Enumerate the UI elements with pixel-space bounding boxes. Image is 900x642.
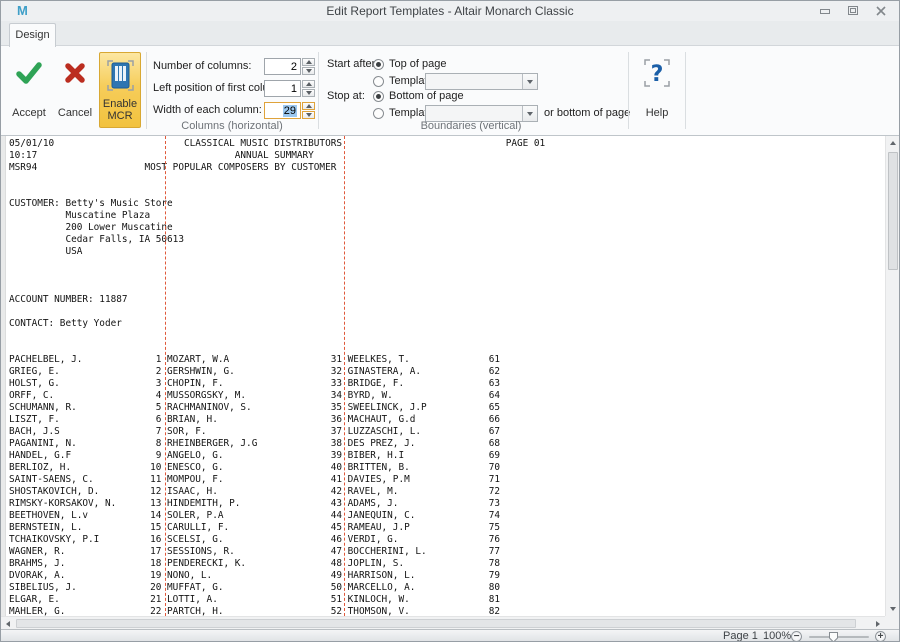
status-bar: Page 1 100% − + [1, 629, 899, 642]
left-position-value[interactable]: 1 [264, 80, 301, 97]
dropdown-arrow-button[interactable] [522, 106, 537, 121]
minimize-button[interactable] [817, 5, 833, 16]
svg-text:?: ? [651, 62, 664, 87]
report-view[interactable]: 05/01/10 CLASSICAL MUSIC DISTRIBUTORS PA… [1, 136, 886, 616]
help-question-icon: ? [634, 57, 680, 89]
spin-up-icon [306, 60, 312, 64]
cancel-label: Cancel [53, 107, 97, 119]
spin-up-button[interactable] [302, 58, 315, 66]
zoom-slider-thumb[interactable] [828, 631, 839, 642]
horizontal-scrollbar-thumb[interactable] [16, 619, 856, 628]
maximize-button[interactable] [845, 5, 861, 16]
start-after-label: Start after: [327, 56, 378, 73]
arrow-left-icon [6, 621, 10, 627]
template-start-value [426, 74, 522, 89]
ribbon-divider [685, 52, 686, 129]
ribbon-divider [318, 52, 319, 129]
arrow-right-icon [876, 621, 880, 627]
spin-down-button[interactable] [302, 89, 315, 97]
close-button[interactable] [873, 5, 889, 16]
vertical-scrollbar[interactable] [885, 136, 899, 616]
tab-design[interactable]: Design [9, 23, 56, 47]
radio-top-of-page[interactable] [373, 59, 384, 70]
enable-mcr-button[interactable]: Enable MCR [99, 52, 141, 128]
enable-mcr-label: Enable MCR [100, 98, 140, 122]
width-of-column-value[interactable]: 29 [264, 102, 301, 119]
spin-down-icon [306, 69, 312, 73]
spin-down-icon [306, 91, 312, 95]
scrollbar-corner [885, 616, 899, 629]
left-position-spinner[interactable]: 1 [264, 80, 315, 97]
accept-button[interactable]: Accept [7, 51, 51, 125]
spin-up-button[interactable] [302, 80, 315, 88]
accept-label: Accept [7, 107, 51, 119]
zoom-percent: 100% [763, 630, 791, 642]
arrow-up-icon [890, 141, 896, 145]
width-of-column-spinner[interactable]: 29 [264, 102, 315, 119]
window-title: Edit Report Templates - Altair Monarch C… [1, 4, 899, 18]
boundaries-group-label: Boundaries (vertical) [331, 120, 611, 132]
help-label: Help [634, 107, 680, 119]
ribbon-divider [146, 52, 147, 129]
columns-group-label: Columns (horizontal) [147, 120, 317, 132]
mcr-column-boundary-1[interactable] [165, 136, 166, 616]
spin-up-button[interactable] [302, 102, 315, 110]
radio-template-stop[interactable] [373, 108, 384, 119]
spin-down-button[interactable] [302, 67, 315, 75]
minimize-icon [820, 6, 831, 15]
ribbon-tab-bar: Design [1, 21, 899, 46]
ribbon: Accept Cancel Enable MC [1, 46, 899, 136]
scroll-down-button[interactable] [886, 602, 900, 616]
horizontal-scrollbar[interactable] [1, 616, 885, 629]
stop-at-label: Stop at: [327, 88, 365, 105]
arrow-down-icon [890, 607, 896, 611]
width-of-column-label: Width of each column: [153, 102, 262, 119]
accept-check-icon [7, 61, 51, 85]
zoom-in-button[interactable]: + [875, 631, 886, 642]
maximize-icon [848, 6, 859, 16]
ribbon-divider [628, 52, 629, 129]
vertical-scrollbar-thumb[interactable] [888, 152, 898, 270]
template-stop-value [426, 106, 522, 121]
zoom-slider-track[interactable] [809, 636, 869, 638]
spin-up-icon [306, 82, 312, 86]
mcr-column-boundary-2[interactable] [344, 136, 345, 616]
report-text[interactable]: 05/01/10 CLASSICAL MUSIC DISTRIBUTORS PA… [9, 138, 545, 616]
title-bar: M Edit Report Templates - Altair Monarch… [1, 1, 899, 21]
bottom-of-page-label: Bottom of page [389, 88, 464, 105]
scroll-up-button[interactable] [886, 136, 900, 150]
close-icon [876, 6, 886, 16]
app-window: M Edit Report Templates - Altair Monarch… [0, 0, 900, 642]
top-of-page-label: Top of page [389, 56, 447, 73]
chevron-down-icon [527, 80, 533, 84]
radio-bottom-of-page[interactable] [373, 91, 384, 102]
plus-icon: + [878, 632, 884, 641]
zoom-out-button[interactable]: − [791, 631, 802, 642]
spin-down-button[interactable] [302, 111, 315, 119]
number-of-columns-spinner[interactable]: 2 [264, 58, 315, 75]
radio-template-start[interactable] [373, 76, 384, 87]
cancel-button[interactable]: Cancel [53, 51, 97, 125]
minus-icon: − [794, 632, 800, 641]
mcr-columns-icon [100, 59, 140, 92]
number-of-columns-label: Number of columns: [153, 58, 251, 75]
dropdown-arrow-button[interactable] [522, 74, 537, 89]
spin-down-icon [306, 113, 312, 117]
number-of-columns-value[interactable]: 2 [264, 58, 301, 75]
page-indicator: Page 1 [723, 630, 758, 642]
spin-up-icon [306, 104, 312, 108]
help-button[interactable]: ? Help [634, 51, 680, 125]
report-left-gutter [1, 136, 6, 616]
chevron-down-icon [527, 112, 533, 116]
cancel-x-icon [53, 61, 97, 85]
